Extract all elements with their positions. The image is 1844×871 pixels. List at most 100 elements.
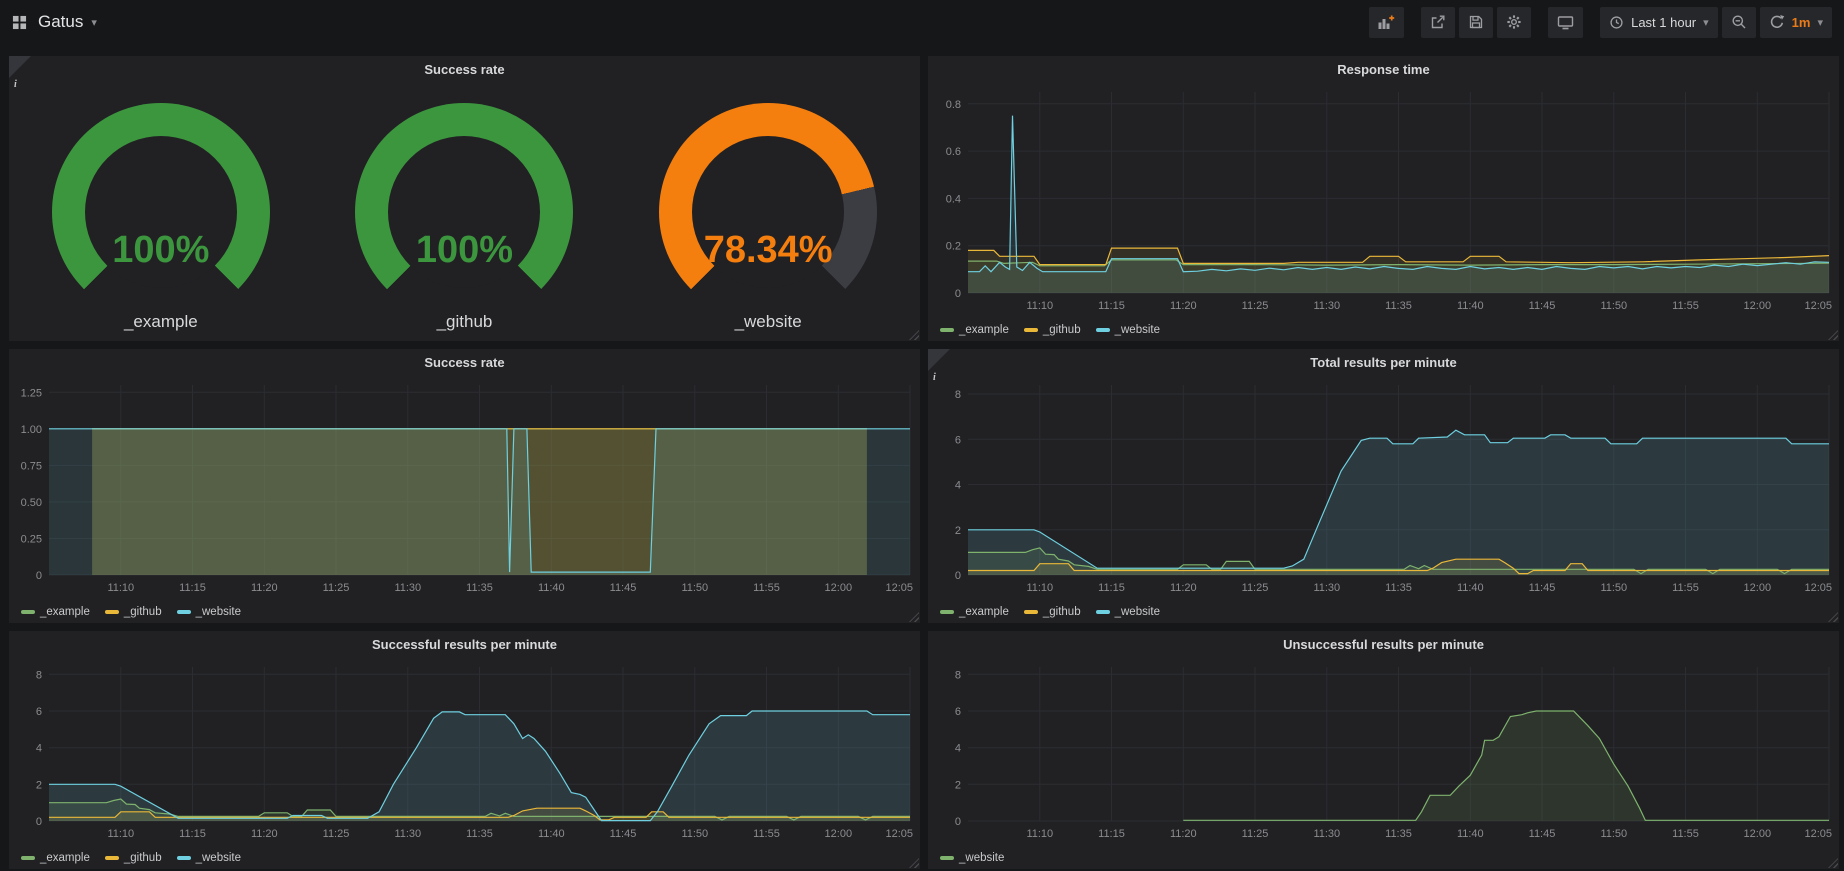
resize-handle[interactable] xyxy=(909,612,919,622)
gauge-value: 78.34% xyxy=(659,229,877,272)
refresh-interval-dropdown[interactable]: 1m xyxy=(1792,15,1811,30)
svg-text:11:45: 11:45 xyxy=(1529,582,1556,594)
svg-text:11:30: 11:30 xyxy=(1313,300,1340,312)
svg-text:11:35: 11:35 xyxy=(1385,582,1412,594)
legend-item-_github[interactable]: _github xyxy=(1024,606,1081,618)
legend-item-_github[interactable]: _github xyxy=(105,606,162,618)
panel-title[interactable]: Response time xyxy=(928,56,1839,83)
legend-marker xyxy=(105,856,119,860)
svg-text:11:20: 11:20 xyxy=(1170,300,1197,312)
legend-marker xyxy=(1096,610,1110,614)
legend: _website xyxy=(940,852,1004,864)
legend: _example _github _website xyxy=(940,324,1160,336)
svg-text:12:05: 12:05 xyxy=(1804,300,1832,312)
svg-text:12:00: 12:00 xyxy=(825,828,853,840)
dashboard-title-dropdown[interactable]: Gatus ▾ xyxy=(38,12,97,32)
tv-mode-button[interactable] xyxy=(1548,7,1583,38)
resize-handle[interactable] xyxy=(909,858,919,868)
legend-item-_example[interactable]: _example xyxy=(940,606,1009,618)
svg-text:11:10: 11:10 xyxy=(107,582,134,594)
legend-label: _website xyxy=(1115,324,1160,336)
legend-label: _website xyxy=(196,852,241,864)
svg-text:0: 0 xyxy=(955,288,961,300)
resize-handle[interactable] xyxy=(1828,612,1838,622)
legend-item-_website[interactable]: _website xyxy=(1096,606,1160,618)
panel-title[interactable]: Total results per minute xyxy=(928,349,1839,376)
refresh-controls[interactable]: 1m ▾ xyxy=(1760,7,1832,38)
svg-text:8: 8 xyxy=(955,669,961,681)
legend-item-_website[interactable]: _website xyxy=(1096,324,1160,336)
legend-marker xyxy=(105,610,119,614)
svg-text:11:10: 11:10 xyxy=(1026,828,1053,840)
legend-item-_website[interactable]: _website xyxy=(177,852,241,864)
legend-marker xyxy=(21,856,35,860)
panel-unsuccessful-results: Unsuccessful results per minute 0246811:… xyxy=(928,631,1839,869)
share-button[interactable] xyxy=(1421,7,1455,38)
legend-item-_example[interactable]: _example xyxy=(21,852,90,864)
legend-marker xyxy=(21,610,35,614)
svg-text:8: 8 xyxy=(36,669,42,681)
svg-text:11:15: 11:15 xyxy=(1098,300,1125,312)
legend-item-_website[interactable]: _website xyxy=(177,606,241,618)
panel-title[interactable]: Unsuccessful results per minute xyxy=(928,631,1839,658)
total-results-chart[interactable]: 0246811:1011:1511:2011:2511:3011:3511:40… xyxy=(932,376,1835,597)
svg-text:11:25: 11:25 xyxy=(323,582,350,594)
svg-text:2: 2 xyxy=(955,525,961,537)
gauge-website[interactable]: 78.34% _website xyxy=(659,103,877,332)
svg-text:11:45: 11:45 xyxy=(1529,828,1556,840)
gauge-example[interactable]: 100% _example xyxy=(52,103,270,332)
legend-item-_example[interactable]: _example xyxy=(940,324,1009,336)
zoom-out-button[interactable] xyxy=(1722,7,1756,38)
successful-results-chart[interactable]: 0246811:1011:1511:2011:2511:3011:3511:40… xyxy=(13,658,916,843)
legend-item-_github[interactable]: _github xyxy=(105,852,162,864)
chart-svg: 0246811:1011:1511:2011:2511:3011:3511:40… xyxy=(932,376,1835,597)
save-button[interactable] xyxy=(1459,7,1493,38)
legend-marker xyxy=(1024,610,1038,614)
series-area-_website xyxy=(968,430,1829,575)
gauge-value: 100% xyxy=(52,229,270,272)
svg-text:12:05: 12:05 xyxy=(1804,828,1832,840)
svg-text:0.6: 0.6 xyxy=(946,146,961,158)
legend: _example _github _website xyxy=(940,606,1160,618)
svg-text:11:35: 11:35 xyxy=(1385,828,1412,840)
settings-button[interactable] xyxy=(1497,7,1531,38)
svg-text:8: 8 xyxy=(955,389,961,401)
legend-marker xyxy=(177,610,191,614)
legend-marker xyxy=(1024,328,1038,332)
legend-marker xyxy=(940,610,954,614)
gauge-github[interactable]: 100% _github xyxy=(355,103,573,332)
resize-handle[interactable] xyxy=(1828,330,1838,340)
legend-item-_example[interactable]: _example xyxy=(21,606,90,618)
svg-text:11:50: 11:50 xyxy=(1600,582,1627,594)
success-rate-chart[interactable]: 00.250.500.751.001.2511:1011:1511:2011:2… xyxy=(13,376,916,597)
svg-text:6: 6 xyxy=(36,706,42,718)
gauge-label: _github xyxy=(437,312,493,332)
svg-text:11:40: 11:40 xyxy=(538,828,565,840)
gauges-body: 100% _example 100% _github 78.34% _websi… xyxy=(9,83,920,341)
info-corner-icon[interactable]: i xyxy=(9,56,31,78)
panel-title[interactable]: Success rate xyxy=(9,349,920,376)
svg-text:11:15: 11:15 xyxy=(179,582,206,594)
apps-grid-icon[interactable] xyxy=(12,15,27,30)
svg-text:12:00: 12:00 xyxy=(825,582,853,594)
panel-title[interactable]: Successful results per minute xyxy=(9,631,920,658)
svg-text:11:50: 11:50 xyxy=(681,828,708,840)
refresh-icon[interactable] xyxy=(1769,14,1785,30)
response-time-chart[interactable]: 00.20.40.60.811:1011:1511:2011:2511:3011… xyxy=(932,83,1835,315)
time-range-picker[interactable]: Last 1 hour ▾ xyxy=(1600,7,1718,38)
panel-title[interactable]: Success rate xyxy=(9,56,920,83)
resize-handle[interactable] xyxy=(1828,858,1838,868)
unsuccessful-results-chart[interactable]: 0246811:1011:1511:2011:2511:3011:3511:40… xyxy=(932,658,1835,843)
legend-label: _website xyxy=(196,606,241,618)
svg-text:11:45: 11:45 xyxy=(610,582,637,594)
add-panel-button[interactable] xyxy=(1369,7,1404,38)
info-corner-icon[interactable]: i xyxy=(928,349,950,371)
svg-text:11:40: 11:40 xyxy=(538,582,565,594)
legend-item-_github[interactable]: _github xyxy=(1024,324,1081,336)
svg-text:11:25: 11:25 xyxy=(1242,300,1269,312)
gear-icon xyxy=(1506,14,1522,30)
svg-text:11:40: 11:40 xyxy=(1457,300,1484,312)
svg-text:11:55: 11:55 xyxy=(1672,828,1699,840)
legend-item-_website[interactable]: _website xyxy=(940,852,1004,864)
svg-text:12:00: 12:00 xyxy=(1744,300,1772,312)
